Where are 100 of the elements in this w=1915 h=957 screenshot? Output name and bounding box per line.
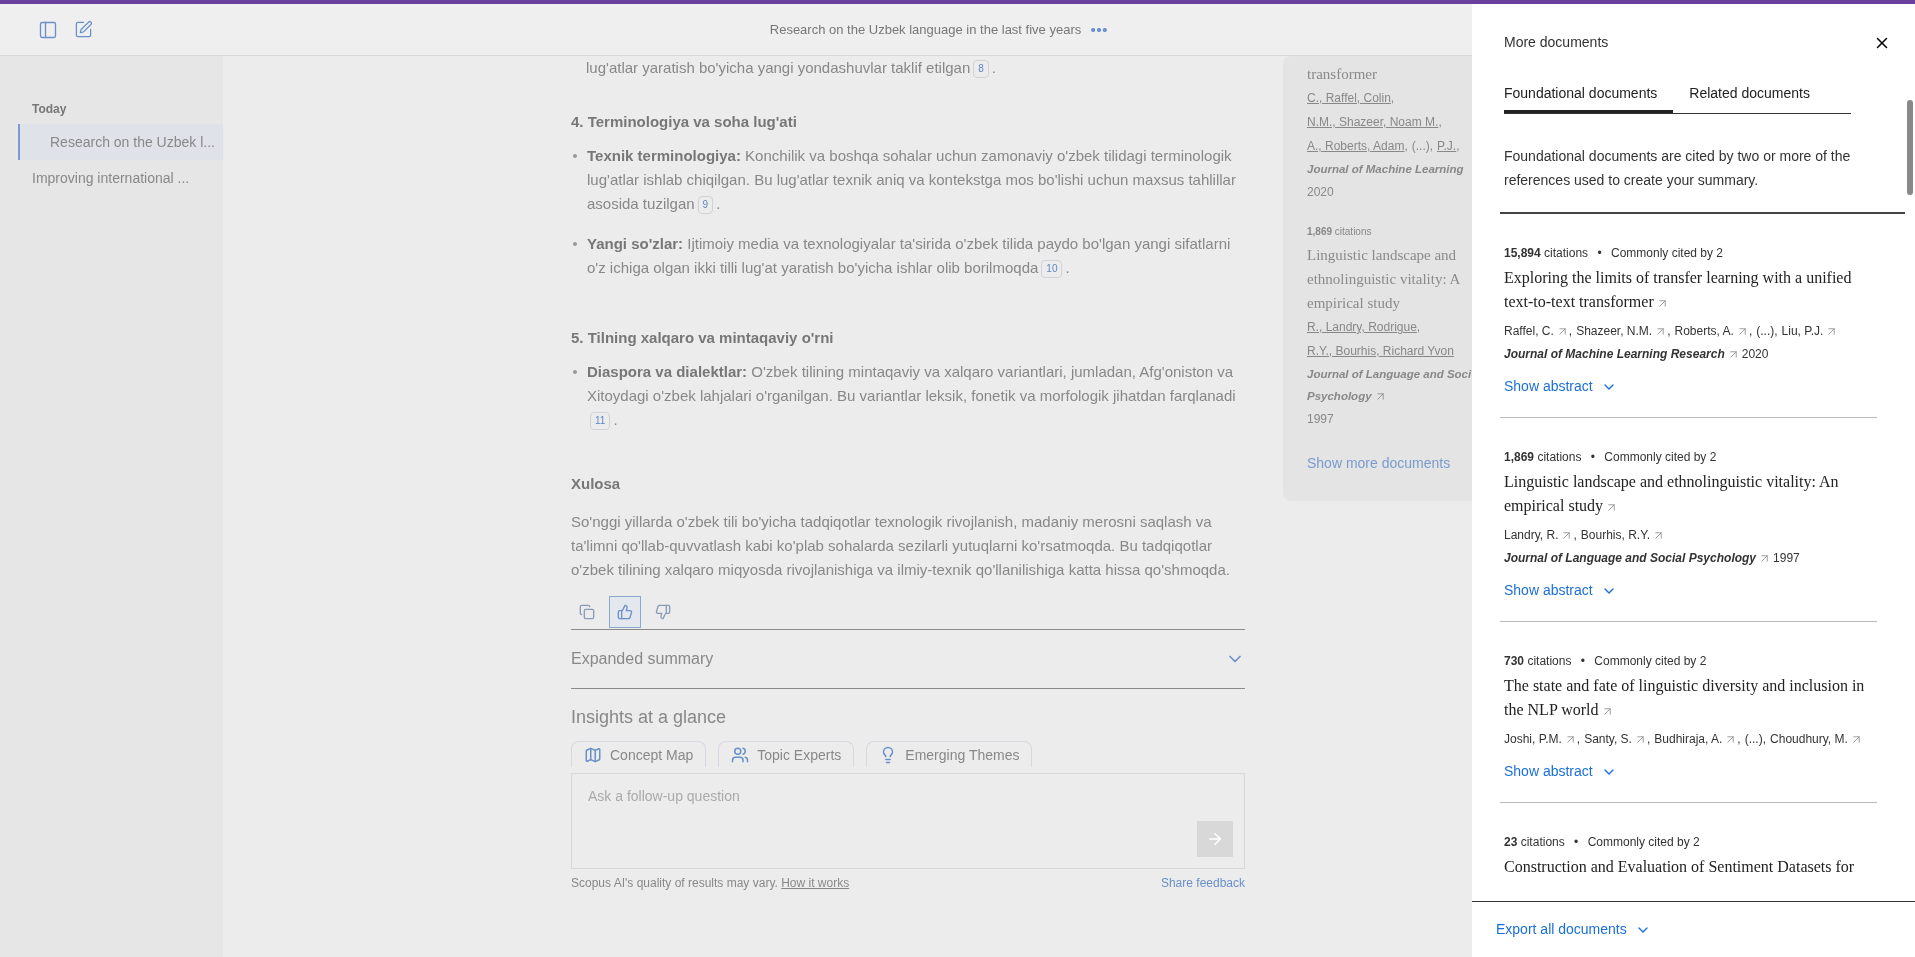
separator-dot: • bbox=[1580, 654, 1585, 668]
document-title[interactable]: Exploring the limits of transfer learning with a unified text-to-text transformer bbox=[1504, 266, 1877, 314]
document-title[interactable]: The state and fate of linguistic diversity and inclusion in the NLP world bbox=[1504, 674, 1877, 722]
thumbs-up-icon bbox=[617, 604, 633, 620]
arrow-right-icon bbox=[1206, 830, 1224, 848]
separator-dot: • bbox=[1590, 450, 1595, 464]
panel-tab[interactable]: Foundational documents bbox=[1504, 83, 1674, 113]
ellipsis-text: (...) bbox=[1411, 138, 1430, 155]
separator-dot: • bbox=[1574, 835, 1579, 849]
citation-marker[interactable]: 11 bbox=[590, 412, 611, 431]
history-item[interactable]: Improving international ... bbox=[0, 160, 223, 196]
comma: , bbox=[1737, 731, 1741, 748]
bullet-icon bbox=[573, 154, 577, 158]
comma: , bbox=[1762, 731, 1767, 748]
insights-heading: Insights at a glance bbox=[571, 706, 728, 729]
comma: , bbox=[1404, 138, 1408, 155]
journal-name: Psychology bbox=[1307, 389, 1372, 404]
citation-marker[interactable]: 9 bbox=[697, 196, 714, 215]
author-link[interactable]: R.Y., Bourhis, Richard Yvon bbox=[1307, 339, 1454, 363]
follow-up-field[interactable]: Ask a follow-up question bbox=[571, 773, 1245, 869]
comma: , bbox=[1576, 731, 1581, 748]
show-more-documents-link[interactable]: Show more documents bbox=[1307, 455, 1451, 471]
reference-title[interactable]: ethnolinguistic vitality: A bbox=[1307, 267, 1472, 291]
panel-description: Foundational documents are cited by two or more of the references used to create your summary. bbox=[1504, 147, 1852, 190]
citation-info: 730 citations • Commonly cited by 2 bbox=[1504, 653, 1708, 670]
bullet-text: Diaspora va dialektlar: O'zbek tilining mintaqaviy va xalqaro variantlari, jumladan, Afg'oniston va Xitoydagi o'zbek lahjalari o'rganilgan. Bu variantlar leksik, fonetik va morfologik jihatdan farqlanadi 11 . bbox=[587, 360, 1245, 432]
citation-marker[interactable]: 10 bbox=[1041, 260, 1063, 279]
paragraph: So'nggi yillarda o'zbek tili bo'yicha tadqiqotlar texnologik rivojlanish, madaniy merosni saqlash va ta'limni qo'llab-quvvatlash kabi ko'plab sohalarda sezilarli yutuqlarni ko'rsatmoqda. Bu tadqiqotlar o'zbek tilining xalqaro miqyosda rivojlanishiga va ilmiy-texnik qo'llanilishiga katta hissa qo'shmoqda. bbox=[571, 512, 1231, 580]
insight-tab[interactable]: Topic Experts bbox=[718, 741, 855, 767]
separator-dot: • bbox=[1597, 246, 1602, 260]
panel-tab[interactable]: Related documents bbox=[1673, 83, 1810, 113]
author-link[interactable]: C., Raffel, Colin bbox=[1307, 86, 1391, 110]
thumbs-down-icon bbox=[655, 604, 671, 620]
show-abstract-button[interactable]: Show abstract bbox=[1504, 580, 1617, 601]
insight-tab[interactable]: Concept Map bbox=[571, 741, 707, 767]
bullet-icon bbox=[573, 242, 577, 246]
journal-name: Journal of Language and Soci bbox=[1307, 367, 1472, 382]
section-label: Today bbox=[31, 101, 68, 118]
author-link[interactable]: Raffel, C. bbox=[1504, 320, 1554, 343]
like-button[interactable] bbox=[609, 596, 641, 628]
bullet-text: Texnik terminologiya: Konchilik va boshqa sohalar uchun zamonaviy o'zbek tilidagi terminologik lug'atlar ishlab chiqilgan. Bu lug'atlar texnik aniq va kontekstga mos bo'lishi uchun maxsus tahlillar asosida tuzilgan 9 . bbox=[587, 144, 1245, 216]
publication-year: 2020 bbox=[1741, 346, 1769, 363]
comma: , bbox=[1667, 323, 1671, 340]
people-icon bbox=[731, 745, 750, 764]
author-link[interactable]: Joshi, P.M. bbox=[1504, 728, 1562, 751]
comma: , bbox=[1456, 138, 1460, 155]
section-heading: 4. Terminologiya va soha lug'ati bbox=[571, 112, 798, 132]
how-it-works-link[interactable]: How it works bbox=[781, 876, 850, 890]
citation-count: 1,869 citations bbox=[1307, 225, 1373, 239]
new-chat-icon[interactable] bbox=[74, 20, 93, 39]
comma: , bbox=[1573, 527, 1577, 544]
copy-icon bbox=[579, 604, 595, 620]
show-abstract-button[interactable]: Show abstract bbox=[1504, 376, 1617, 397]
paragraph: lug'atlar yaratish bo'yicha yangi yondashuvlar taklif etilgan 8 . bbox=[571, 56, 1245, 80]
publication-year: 1997 bbox=[1307, 411, 1335, 428]
author-link[interactable]: P.J. bbox=[1437, 134, 1457, 158]
journal-name: Journal of Machine Learning bbox=[1307, 162, 1464, 177]
author-link[interactable]: Bourhis, R.Y. bbox=[1580, 524, 1650, 547]
author-link[interactable]: Budhiraja, A. bbox=[1654, 728, 1723, 751]
comma: , bbox=[1646, 731, 1651, 748]
history-item[interactable]: Research on the Uzbek l... bbox=[18, 124, 223, 160]
citation-info: 1,869 citations • Commonly cited by 2 bbox=[1504, 449, 1718, 466]
citation-marker[interactable]: 8 bbox=[973, 60, 989, 79]
share-feedback-link[interactable]: Share feedback bbox=[1160, 875, 1245, 891]
insight-tab[interactable]: Emerging Themes bbox=[866, 741, 1033, 767]
journal-name[interactable]: Journal of Language and Social Psychology bbox=[1504, 547, 1757, 570]
export-documents-button[interactable]: Export all documents bbox=[1496, 919, 1651, 940]
comma: , bbox=[1390, 90, 1395, 107]
comma: , bbox=[1438, 114, 1442, 131]
citation-info: 15,894 citations • Commonly cited by 2 bbox=[1504, 245, 1724, 262]
show-abstract-button[interactable]: Show abstract bbox=[1504, 761, 1617, 782]
publication-year: 1997 bbox=[1773, 550, 1800, 567]
expanded-summary-toggle[interactable]: Expanded summary bbox=[571, 629, 1245, 689]
author-link[interactable]: Roberts, A. bbox=[1674, 320, 1734, 343]
section-heading: Xulosa bbox=[571, 474, 622, 494]
document-title[interactable]: Construction and Evaluation of Sentiment Datasets for bbox=[1504, 855, 1877, 879]
bullet-icon bbox=[573, 370, 577, 374]
bullet-text: Yangi so'zlar: Ijtimoiy media va texnologiyalar ta'sirida o'zbek tilida paydo bo'lgan yangi sifatlarni o'z ichiga olgan ikki tilli lug'at yaratish bo'yicha ishlar olib borilmoqda 10 . bbox=[587, 232, 1245, 280]
document-title[interactable]: Linguistic landscape and ethnolinguistic vitality: An empirical study bbox=[1504, 470, 1877, 518]
comma: , bbox=[1748, 323, 1753, 340]
comma: , bbox=[1568, 323, 1573, 340]
author-link[interactable]: Landry, R. bbox=[1504, 524, 1559, 547]
reference-title[interactable]: empirical study bbox=[1307, 291, 1472, 315]
reference-title[interactable]: Linguistic landscape and bbox=[1307, 243, 1472, 267]
citation-info: 23 citations • Commonly cited by 2 bbox=[1504, 834, 1701, 851]
conversation-title: Research on the Uzbek language in the last five years bbox=[769, 20, 1082, 39]
author-link[interactable]: Choudhury, M. bbox=[1770, 728, 1848, 751]
reference-title[interactable]: transformer bbox=[1307, 62, 1472, 86]
author-link[interactable]: R., Landry, Rodrigue bbox=[1307, 315, 1417, 339]
panel-title: More documents bbox=[1504, 33, 1609, 52]
sidebar-toggle-icon[interactable] bbox=[38, 19, 58, 40]
author-link[interactable]: Liu, P.J. bbox=[1781, 320, 1824, 343]
disclaimer-text: Scopus AI's quality of results may vary. How it works bbox=[571, 875, 850, 891]
author-link[interactable]: Shazeer, N.M. bbox=[1576, 320, 1653, 343]
comma: , bbox=[1429, 138, 1434, 155]
section-heading: 5. Tilning xalqaro va mintaqaviy o'rni bbox=[571, 328, 835, 348]
author-link[interactable]: Santy, S. bbox=[1584, 728, 1632, 751]
comma: , bbox=[1416, 319, 1421, 336]
ellipsis-text: (...) bbox=[1744, 731, 1763, 748]
journal-name[interactable]: Journal of Machine Learning Research bbox=[1504, 343, 1725, 366]
